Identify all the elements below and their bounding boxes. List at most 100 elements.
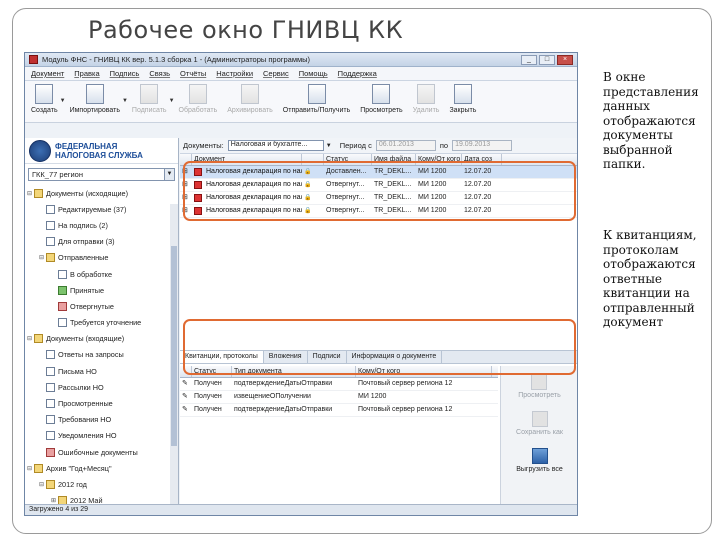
logo-line-1: ФЕДЕРАЛЬНАЯ: [55, 141, 118, 151]
logo-line-2: НАЛОГОВАЯ СЛУЖБА: [55, 150, 143, 160]
tree-item-label: Отправленные: [58, 253, 109, 263]
doc-icon: [58, 269, 67, 279]
toolbar-button-1[interactable]: Импортировать: [70, 84, 120, 114]
expand-toggle-icon[interactable]: ⊟: [27, 335, 34, 342]
doc-icon: [46, 220, 55, 230]
tree-item-label: Для отправки (3): [58, 237, 115, 247]
sidebar-scrollbar[interactable]: [170, 204, 178, 506]
toolbar-button-7[interactable]: Удалить: [413, 84, 439, 114]
chevron-down-icon[interactable]: ▼: [164, 169, 174, 180]
import-icon[interactable]: [85, 84, 104, 104]
action-button-1[interactable]: Сохранить как: [516, 411, 563, 436]
menu-item-7[interactable]: Помощь: [299, 69, 328, 78]
action-button-0[interactable]: Просмотреть: [518, 374, 561, 399]
scrollbar-thumb[interactable]: [171, 246, 177, 446]
expand-toggle-icon[interactable]: ⊟: [27, 465, 34, 472]
note-receipts: К квитанциям, протоколам отображаются от…: [603, 228, 697, 329]
tree-item[interactable]: ⊟ Документы (исходящие): [27, 185, 178, 201]
send-receive-icon[interactable]: [307, 84, 326, 104]
tree-item[interactable]: Уведомления НО: [27, 428, 178, 444]
slide-title: Рабочее окно ГНИВЦ КК: [88, 16, 404, 44]
tree-item[interactable]: ⊟ Отправленные: [27, 250, 178, 266]
receipts-table: Статус Тип документа Кому/От кого ✎ Получен…: [180, 366, 498, 506]
toolbar-button-8[interactable]: Закрыть: [449, 84, 476, 114]
chevron-down-icon[interactable]: ▼: [169, 98, 175, 104]
action-icon: [531, 374, 548, 390]
table-cell: Почтовый сервер региона 12: [358, 380, 453, 387]
toolbar-button-5[interactable]: Отправить/Получить: [283, 84, 350, 114]
close-icon[interactable]: [453, 84, 472, 104]
action-label: Просмотреть: [518, 392, 561, 399]
tree-item[interactable]: Принятые: [27, 282, 178, 298]
date-to-field[interactable]: 19.09.2013: [452, 140, 513, 151]
toolbar-button-0[interactable]: Создать: [31, 84, 58, 114]
chevron-down-icon[interactable]: ▼: [122, 98, 128, 104]
menu-item-5[interactable]: Настройки: [216, 69, 253, 78]
tree-item[interactable]: Письма НО: [27, 363, 178, 379]
menu-item-2[interactable]: Подпись: [110, 69, 140, 78]
date-from-field[interactable]: 06.01.2013: [375, 140, 436, 151]
table-cell: Получен: [194, 406, 222, 413]
menu-item-6[interactable]: Сервис: [263, 69, 289, 78]
tree-item[interactable]: Отвергнутые: [27, 298, 178, 314]
expand-toggle-icon[interactable]: ⊟: [39, 254, 46, 261]
tree-item[interactable]: Для отправки (3): [27, 234, 178, 250]
close-window-button[interactable]: ×: [557, 54, 573, 65]
toolbar-button-label: Просмотреть: [360, 107, 403, 114]
tree-item[interactable]: ⊟ 2012 год: [27, 476, 178, 492]
tree-item[interactable]: Ошибочные документы: [27, 444, 178, 460]
tree-item[interactable]: ⊟ Архив "Год+Месяц": [27, 460, 178, 476]
process-icon[interactable]: [188, 84, 207, 104]
doc-icon: [46, 382, 55, 392]
tree-item[interactable]: ⊟ Документы (входящие): [27, 331, 178, 347]
delete-icon[interactable]: [417, 84, 436, 104]
tree-item[interactable]: В обработке: [27, 266, 178, 282]
table-cell: Получен: [194, 380, 222, 387]
sign-icon[interactable]: [140, 84, 159, 104]
tree-item-label: Архив "Год+Месяц": [46, 463, 112, 473]
folder-icon: [46, 479, 55, 489]
documents-highlight: [183, 161, 576, 221]
tree-item[interactable]: Редактируемые (37): [27, 201, 178, 217]
menu-item-1[interactable]: Правка: [74, 69, 99, 78]
archive-icon[interactable]: [241, 84, 260, 104]
toolbar-button-3[interactable]: Обработать: [179, 84, 217, 114]
toolbar-button-4[interactable]: Архивировать: [227, 84, 273, 114]
tree-item[interactable]: Просмотренные: [27, 395, 178, 411]
view-icon[interactable]: [372, 84, 391, 104]
tree-item-label: Рассылки НО: [58, 382, 104, 392]
table-row[interactable]: ✎ Получен подтверждениеДатыОтправки Почтовы…: [180, 378, 498, 391]
title-bar: Модуль ФНС - ГНИВЦ КК вер. 5.1.3 сборка …: [25, 53, 577, 67]
tree-item[interactable]: Требования НО: [27, 412, 178, 428]
tree-item[interactable]: Ответы на запросы: [27, 347, 178, 363]
menu-bar: Документ Правка Подпись Связь Отчёты Настройк…: [25, 67, 577, 81]
menu-item-4[interactable]: Отчёты: [180, 69, 206, 78]
receipts-table-body: ✎ Получен подтверждениеДатыОтправки Почтовы…: [180, 378, 498, 417]
doc-icon: [46, 204, 55, 214]
table-row[interactable]: ✎ Получен подтверждениеДатыОтправки Почтовы…: [180, 404, 498, 417]
region-select[interactable]: ГКК_77 регион ▼: [28, 168, 175, 181]
chevron-down-icon[interactable]: ▼: [60, 98, 66, 104]
tree-item[interactable]: Требуется уточнение: [27, 315, 178, 331]
maximize-button[interactable]: □: [539, 54, 555, 65]
minimize-button[interactable]: _: [521, 54, 537, 65]
tree-item-label: 2012 год: [58, 479, 87, 489]
expand-toggle-icon[interactable]: ⊟: [39, 481, 46, 488]
menu-item-8[interactable]: Поддержка: [338, 69, 377, 78]
menu-item-3[interactable]: Связь: [149, 69, 170, 78]
tree-item[interactable]: На подпись (2): [27, 217, 178, 233]
action-button-2[interactable]: Выгрузить все: [516, 448, 563, 473]
table-cell: Почтовый сервер региона 12: [358, 406, 453, 413]
expand-toggle-icon[interactable]: ⊟: [27, 190, 34, 197]
action-label: Сохранить как: [516, 429, 563, 436]
fns-logo: ФЕДЕРАЛЬНАЯ НАЛОГОВАЯ СЛУЖБА: [25, 138, 178, 164]
action-label: Выгрузить все: [516, 466, 563, 473]
tree-item[interactable]: Рассылки НО: [27, 379, 178, 395]
docs-filter-select[interactable]: Налоговая и бухгалте...: [227, 140, 324, 151]
new-document-icon[interactable]: [35, 84, 54, 104]
chevron-down-icon[interactable]: ▼: [326, 143, 332, 149]
toolbar-button-2[interactable]: Подписать: [132, 84, 167, 114]
toolbar-button-6[interactable]: Просмотреть: [360, 84, 403, 114]
menu-item-0[interactable]: Документ: [31, 69, 64, 78]
table-row[interactable]: ✎ Получен извещениеОПолучении МИ 1200: [180, 391, 498, 404]
